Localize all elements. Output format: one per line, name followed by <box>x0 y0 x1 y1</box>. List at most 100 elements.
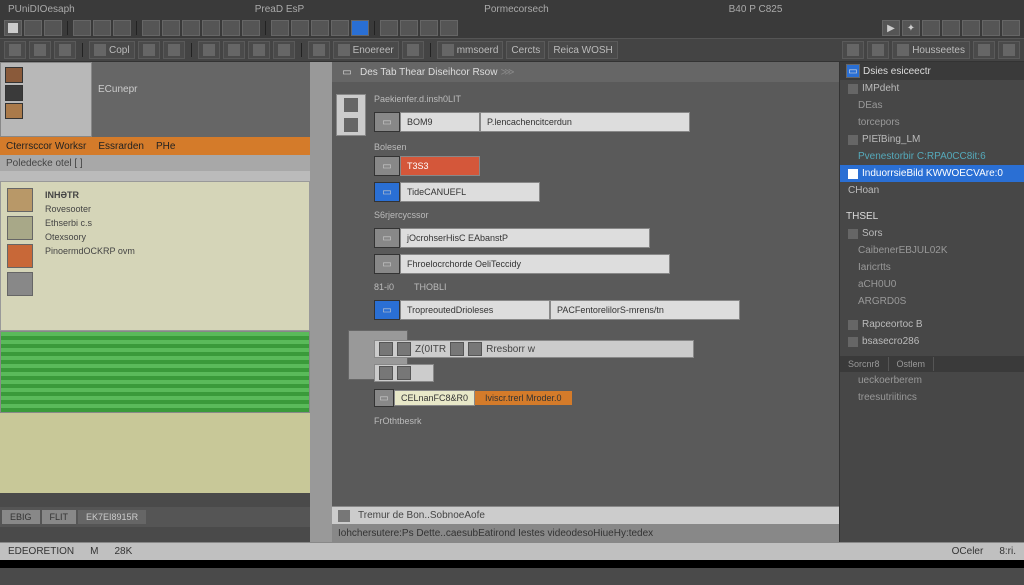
menu-icon-13[interactable] <box>271 20 289 36</box>
tool-r1[interactable] <box>842 41 864 59</box>
ritem-0[interactable]: IMPdeht <box>840 80 1024 97</box>
ci-5[interactable] <box>379 366 393 380</box>
strip-icon-2[interactable] <box>344 118 358 132</box>
tool-2[interactable] <box>29 41 51 59</box>
swatch-2[interactable] <box>5 85 23 101</box>
btn-f5[interactable]: ▭ <box>374 300 400 320</box>
of-value[interactable]: Iviscr.trerl Mroder.0 <box>475 391 572 405</box>
menu-icon-15[interactable] <box>311 20 329 36</box>
ci-3[interactable] <box>450 342 464 356</box>
r3-2[interactable]: Iaricrtts <box>840 259 1024 276</box>
ritem-1[interactable]: DEas <box>840 97 1024 114</box>
tool-copl[interactable]: Copl <box>89 41 135 59</box>
file-item-0[interactable]: Rovesooter <box>45 202 303 216</box>
rtab-b[interactable]: Ostlem <box>889 357 935 371</box>
menu-icon-r2[interactable]: ✦ <box>902 20 920 36</box>
menu-icon-r3[interactable] <box>922 20 940 36</box>
ritem-2[interactable]: torcepors <box>840 114 1024 131</box>
field-5a[interactable]: TropreoutedDrioleses <box>400 300 550 320</box>
field-5b[interactable]: PACFentorelilorS-mrens/tn <box>550 300 740 320</box>
orange-tab-c[interactable]: PHe <box>156 141 175 152</box>
mb-icon[interactable] <box>338 510 350 522</box>
ci-1[interactable] <box>379 342 393 356</box>
menu-icon-17[interactable] <box>380 20 398 36</box>
orange-tab-a[interactable]: Cterrsccor Worksr <box>6 141 86 152</box>
menu-icon-9[interactable] <box>182 20 200 36</box>
ci-4[interactable] <box>468 342 482 356</box>
ltab-c[interactable]: EK7EI8915R <box>78 510 146 524</box>
btn-f4b[interactable]: ▭ <box>374 254 400 274</box>
tool-5[interactable] <box>163 41 185 59</box>
field-4b[interactable]: Fhroelocrchorde OeliTeccidy <box>400 254 670 274</box>
field-3[interactable]: TideCANUEFL <box>400 182 540 202</box>
tool-1[interactable] <box>4 41 26 59</box>
menu-icon-5[interactable] <box>93 20 111 36</box>
menu-icon-2[interactable] <box>24 20 42 36</box>
btn-f1[interactable]: ▭ <box>374 112 400 132</box>
file-item-1[interactable]: Ethserbi c.s <box>45 216 303 230</box>
tool-r3[interactable] <box>973 41 995 59</box>
field-1a[interactable]: BOM9 <box>400 112 480 132</box>
beige-area[interactable] <box>0 413 310 493</box>
ritem-4[interactable]: Pvenestorbir C:RPA0CC8it:6 <box>840 148 1024 165</box>
ci-2[interactable] <box>397 342 411 356</box>
swatch-1[interactable] <box>5 67 23 83</box>
menu-icon-r7[interactable] <box>1002 20 1020 36</box>
tool-mm[interactable]: mmsoerd <box>437 41 504 59</box>
tool-r2[interactable] <box>867 41 889 59</box>
menu-icon-8[interactable] <box>162 20 180 36</box>
r5-0[interactable]: ueckoerberem <box>840 372 1024 389</box>
thumb-3[interactable] <box>7 244 33 268</box>
r4-0[interactable]: Rapceortoc B <box>840 316 1024 333</box>
tool-9[interactable] <box>273 41 295 59</box>
menu-icon-r1[interactable]: ▶ <box>882 20 900 36</box>
swatch-3[interactable] <box>5 103 23 119</box>
field-1b[interactable]: P.lencachencitcerdun <box>480 112 690 132</box>
menu-icon-r6[interactable] <box>982 20 1000 36</box>
of-icon[interactable]: ▭ <box>374 389 394 407</box>
strip-icon-1[interactable] <box>344 98 358 112</box>
field-2[interactable]: T3S3 <box>400 156 480 176</box>
thumb-2[interactable] <box>7 216 33 240</box>
menu-icon-19[interactable] <box>420 20 438 36</box>
menu-icon-1[interactable] <box>4 20 22 36</box>
menu-icon-7[interactable] <box>142 20 160 36</box>
menu-icon-6[interactable] <box>113 20 131 36</box>
r3-4[interactable]: ARGRD0S <box>840 293 1024 310</box>
green-grid[interactable] <box>0 331 310 413</box>
ritem-3[interactable]: PIEĭBing_LM <box>840 131 1024 148</box>
r5-1[interactable]: treesutriitincs <box>840 389 1024 406</box>
tool-3[interactable] <box>54 41 76 59</box>
btn-f3[interactable]: ▭ <box>374 182 400 202</box>
menu-icon-20[interactable] <box>440 20 458 36</box>
tool-r4[interactable] <box>998 41 1020 59</box>
r3-0[interactable]: Sors <box>840 225 1024 242</box>
tool-ce[interactable]: Cercts <box>506 41 545 59</box>
ritem-selected[interactable]: InduorrsieBild KWWOECVAre:0 <box>840 165 1024 182</box>
menu-icon-18[interactable] <box>400 20 418 36</box>
r4-1[interactable]: bsasecro286 <box>840 333 1024 350</box>
mid-divider[interactable] <box>310 62 332 542</box>
tool-7[interactable] <box>223 41 245 59</box>
tool-en[interactable]: Enoereer <box>333 41 399 59</box>
thumb-1[interactable] <box>7 188 33 212</box>
menu-icon-blue[interactable] <box>351 20 369 36</box>
field-4a[interactable]: jOcrohserHisC EAbanstP <box>400 228 650 248</box>
tool-6[interactable] <box>198 41 220 59</box>
tool-re[interactable]: Reica WOSH <box>548 41 617 59</box>
file-item-2[interactable]: Otexsoory <box>45 230 303 244</box>
btn-f4a[interactable]: ▭ <box>374 228 400 248</box>
r3-3[interactable]: aCH0U0 <box>840 276 1024 293</box>
menu-icon-10[interactable] <box>202 20 220 36</box>
rtab-a[interactable]: Sorcnr8 <box>840 357 889 371</box>
tool-ho[interactable]: Housseetes <box>892 41 970 59</box>
menu-icon-14[interactable] <box>291 20 309 36</box>
ci-6[interactable] <box>397 366 411 380</box>
menu-icon-r4[interactable] <box>942 20 960 36</box>
tool-10[interactable] <box>308 41 330 59</box>
btn-f2[interactable]: ▭ <box>374 156 400 176</box>
menu-icon-3[interactable] <box>44 20 62 36</box>
menu-icon-12[interactable] <box>242 20 260 36</box>
tool-11[interactable] <box>402 41 424 59</box>
tool-4[interactable] <box>138 41 160 59</box>
